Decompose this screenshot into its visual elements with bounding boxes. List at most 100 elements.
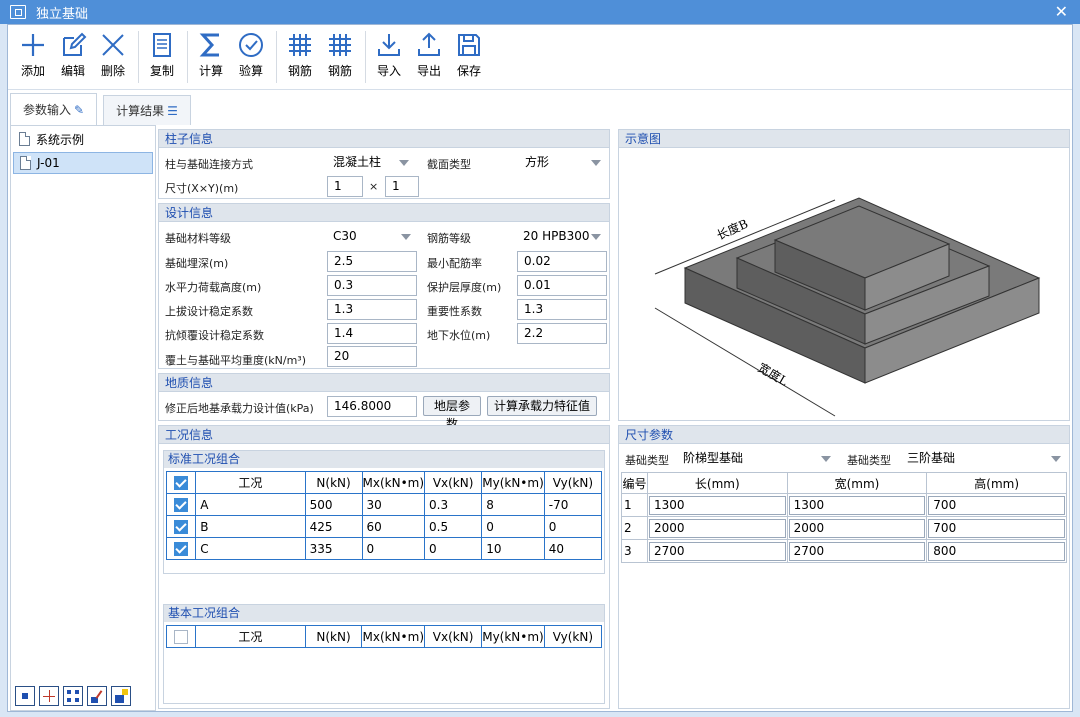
toolbar: 添加 编辑 删除 复制 计算 验算 钢筋 钢筋 导入 导出 保存 (8, 25, 1072, 90)
diagram-panel: 示意图 长度B 宽度L (618, 129, 1070, 421)
type2-select[interactable]: 三阶基础 (901, 448, 1067, 469)
import-button[interactable]: 导入 (370, 25, 408, 79)
layer-params-button[interactable]: 地层参数 (423, 396, 481, 431)
app-icon (10, 5, 26, 19)
load-height-input[interactable]: 0.3 (327, 275, 417, 296)
section-type-label: 截面类型 (427, 158, 471, 171)
section-type-select[interactable]: 方形 (519, 152, 607, 173)
importance-input[interactable]: 1.3 (517, 299, 607, 320)
grid-icon (329, 34, 351, 56)
export-button[interactable]: 导出 (410, 25, 448, 79)
list-icon: ☰ (167, 103, 178, 118)
rebar-label: 钢筋等级 (427, 232, 471, 245)
bearing-input[interactable]: 146.8000 (327, 396, 417, 417)
table-row[interactable]: B 425 60 0.5 0 0 (165, 515, 603, 538)
add-button[interactable]: 添加 (14, 25, 52, 79)
dimensions-table: 编号 长(mm) 宽(mm) 高(mm) 1 1300 1300 700 2 2… (621, 472, 1067, 563)
length-label: 长度B (714, 216, 750, 243)
standard-table: 工况 N(kN) Mx(kN•m) Vx(kN) My(kN•m) Vy(kN)… (165, 471, 603, 560)
table-row[interactable]: C 335 0 0 10 40 (165, 537, 603, 560)
design-info-panel: 设计信息 基础材料等级 C30 钢筋等级 20 HPB300 基础埋深(m) 2… (158, 203, 610, 369)
geo-info-panel: 地质信息 修正后地基承载力设计值(kPa) 146.8000 地层参数 计算承载… (158, 373, 610, 431)
basic-group-title: 基本工况组合 (164, 605, 604, 622)
section-title: 设计信息 (159, 204, 609, 222)
document-icon (20, 156, 31, 170)
view-grid-icon[interactable] (39, 686, 59, 706)
select-all-checkbox[interactable] (174, 629, 189, 644)
size-separator: × (369, 180, 379, 193)
row-checkbox[interactable] (174, 541, 189, 556)
width-label: 宽度L (756, 360, 791, 389)
tree-panel: 系统示例 J-01 (10, 125, 156, 711)
depth-input[interactable]: 2.5 (327, 251, 417, 272)
type2-label: 基础类型 (847, 454, 891, 467)
document-icon (19, 132, 30, 146)
table-row[interactable]: 3 2700 2700 800 (621, 539, 1067, 563)
delete-button[interactable]: 删除 (94, 25, 132, 79)
material-select[interactable]: C30 (327, 226, 417, 247)
standard-group: 标准工况组合 工况 N(kN) Mx(kN•m) Vx(kN) My(kN•m)… (163, 450, 605, 574)
soil-weight-label: 覆土与基础平均重度(kN/m³) (165, 354, 307, 367)
rebar-button-2[interactable]: 钢筋 (321, 25, 359, 79)
check-circle-icon (239, 33, 263, 57)
rebar-select[interactable]: 20 HPB300 (517, 226, 607, 247)
close-icon[interactable]: ✕ (1055, 2, 1068, 21)
tab-input[interactable]: 参数输入 ✎ (10, 93, 98, 125)
copy-button[interactable]: 复制 (143, 25, 181, 79)
edit-button[interactable]: 编辑 (54, 25, 92, 79)
window-title: 独立基础 (36, 6, 89, 22)
calc-button[interactable]: 计算 (192, 25, 230, 79)
conn-label: 柱与基础连接方式 (165, 158, 253, 171)
edit-icon: ✎ (74, 102, 85, 117)
title-bar: 独立基础 ✕ (0, 0, 1080, 24)
conn-select[interactable]: 混凝土柱 (327, 152, 415, 173)
depth-label: 基础埋深(m) (165, 257, 229, 270)
check-button[interactable]: 验算 (232, 25, 270, 79)
tree-item-system-example[interactable]: 系统示例 (13, 128, 153, 150)
table-row[interactable]: 1 1300 1300 700 (621, 493, 1067, 517)
tab-bar: 参数输入 ✎ 计算结果 ☰ (8, 91, 1072, 125)
chevron-down-icon (591, 234, 601, 240)
left-tools (15, 686, 135, 706)
overturn-label: 抗倾覆设计稳定系数 (165, 329, 264, 342)
table-header: 工况 N(kN) Mx(kN•m) Vx(kN) My(kN•m) Vy(kN) (165, 625, 603, 648)
rebar-button-1[interactable]: 钢筋 (281, 25, 319, 79)
edit-icon (63, 32, 87, 56)
size-y-input[interactable]: 1 (385, 176, 419, 197)
select-all-checkbox[interactable] (174, 475, 189, 490)
section-title: 尺寸参数 (619, 426, 1069, 444)
table-row[interactable]: A 500 30 0.3 8 -70 (165, 493, 603, 516)
bearing-label: 修正后地基承载力设计值(kPa) (165, 402, 314, 415)
edit-pen-icon[interactable] (87, 686, 107, 706)
plus-icon (22, 34, 44, 56)
row-checkbox[interactable] (174, 519, 189, 534)
cover-label: 保护层厚度(m) (427, 281, 502, 294)
foundation-diagram: 长度B 宽度L (654, 197, 1041, 417)
export-view-icon[interactable] (111, 686, 131, 706)
water-input[interactable]: 2.2 (517, 323, 607, 344)
cover-input[interactable]: 0.01 (517, 275, 607, 296)
chevron-down-icon (1051, 456, 1061, 462)
type-select[interactable]: 阶梯型基础 (677, 448, 837, 469)
table-row[interactable]: 2 2000 2000 700 (621, 516, 1067, 540)
chevron-down-icon (821, 456, 831, 462)
view-single-icon[interactable] (15, 686, 35, 706)
size-x-input[interactable]: 1 (327, 176, 363, 197)
water-label: 地下水位(m) (427, 329, 491, 342)
view-quad-icon[interactable] (63, 686, 83, 706)
min-ratio-input[interactable]: 0.02 (517, 251, 607, 272)
save-button[interactable]: 保存 (450, 25, 488, 79)
dimensions-panel: 尺寸参数 基础类型 阶梯型基础 基础类型 三阶基础 编号 长(mm) 宽(mm)… (618, 425, 1070, 709)
row-checkbox[interactable] (174, 497, 189, 512)
chevron-down-icon (401, 234, 411, 240)
tree-item-j01[interactable]: J-01 (13, 152, 153, 174)
section-title: 示意图 (619, 130, 1069, 148)
basic-table: 工况 N(kN) Mx(kN•m) Vx(kN) My(kN•m) Vy(kN) (165, 625, 603, 648)
uplift-input[interactable]: 1.3 (327, 299, 417, 320)
tab-result[interactable]: 计算结果 ☰ (103, 95, 191, 125)
calc-bearing-button[interactable]: 计算承载力特征值 (487, 396, 597, 416)
soil-weight-input[interactable]: 20 (327, 346, 417, 367)
section-title: 地质信息 (159, 374, 609, 392)
overturn-input[interactable]: 1.4 (327, 323, 417, 344)
type-label: 基础类型 (625, 454, 669, 467)
